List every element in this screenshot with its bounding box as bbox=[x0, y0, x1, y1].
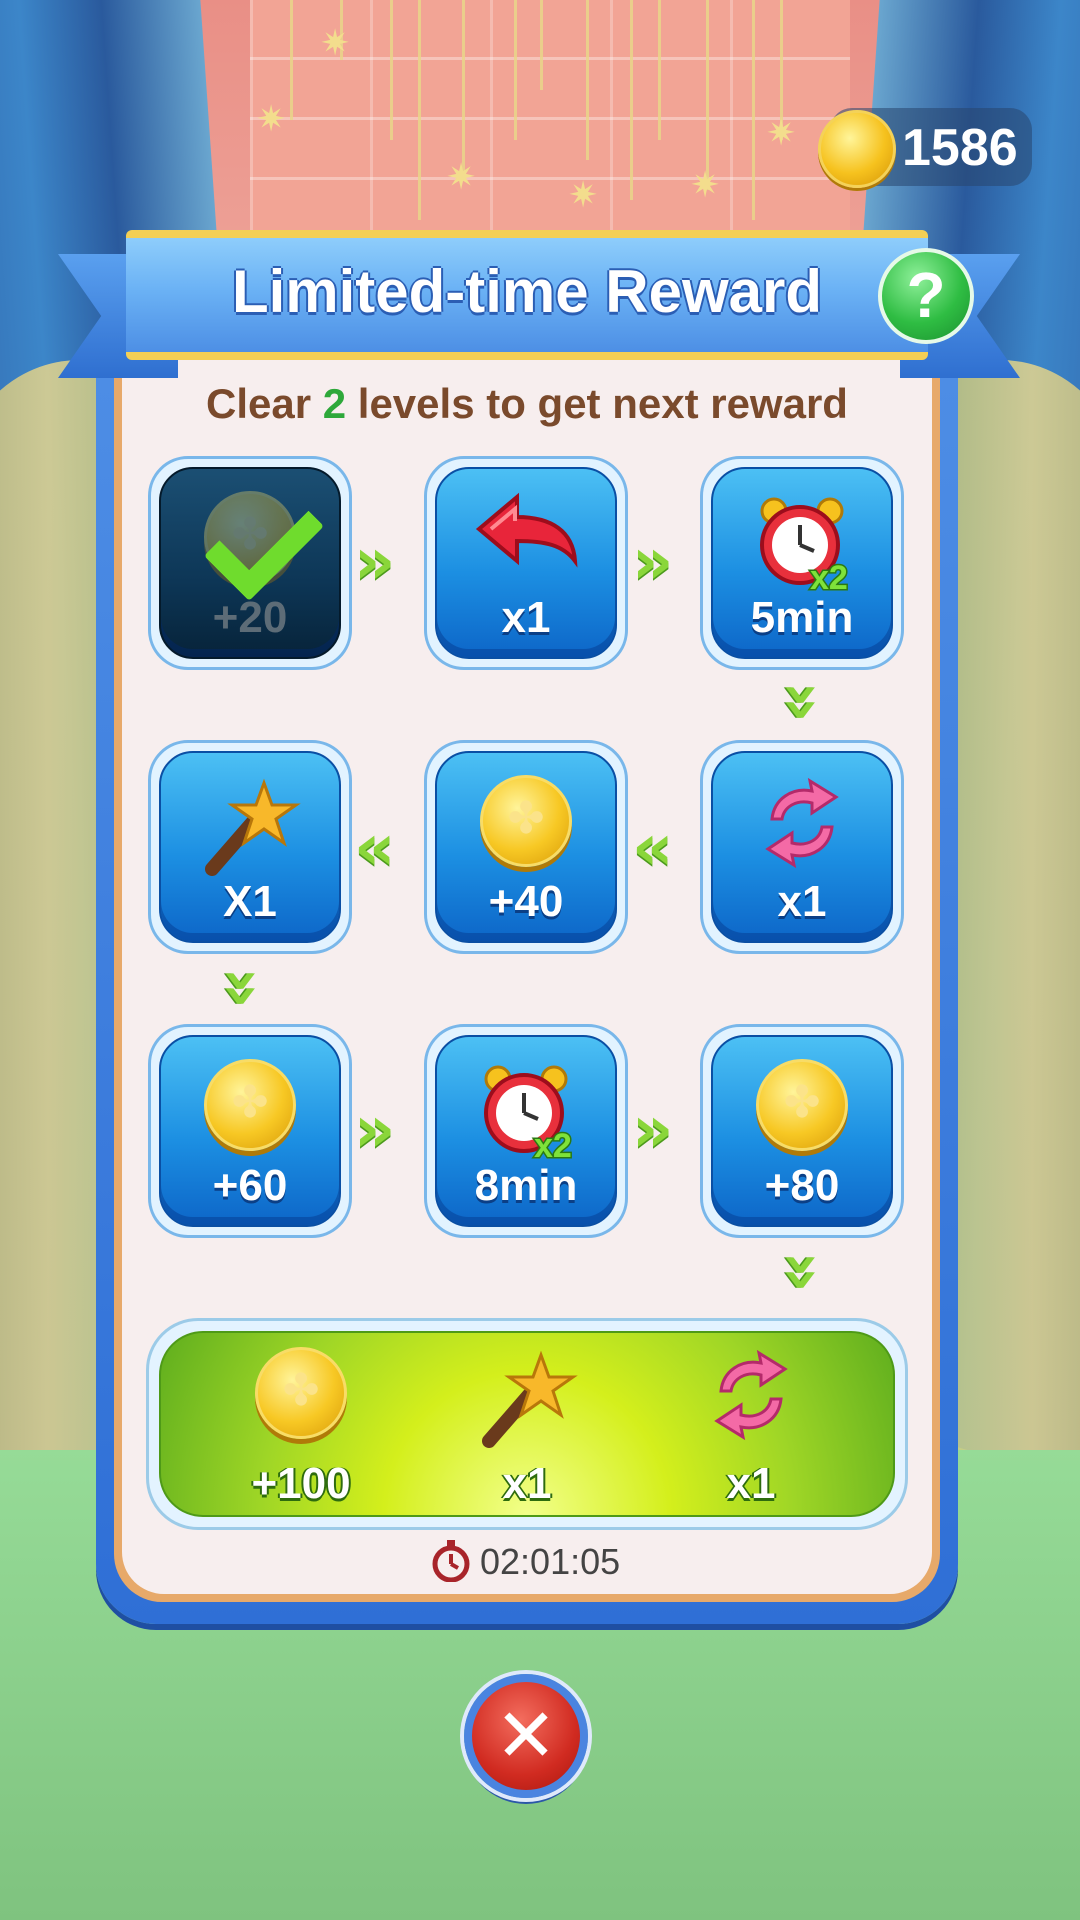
coin-balance: 1586 bbox=[902, 119, 1018, 177]
hanging-string bbox=[752, 0, 755, 220]
double-time-clock-icon: x2 bbox=[752, 491, 852, 599]
reward-tile-locked: X1 bbox=[159, 751, 341, 943]
grand-prize-label: x1 bbox=[502, 1459, 552, 1508]
coin-icon bbox=[818, 110, 896, 188]
reward-tile-3[interactable]: x2 5min bbox=[700, 456, 904, 670]
countdown-timer: 02:01:05 bbox=[480, 1541, 621, 1582]
refresh-icon bbox=[754, 775, 850, 875]
grand-prize-item: x1 bbox=[651, 1333, 851, 1515]
instruction-prefix: Clear bbox=[206, 380, 312, 427]
grand-prize-label: +100 bbox=[251, 1459, 351, 1508]
path-arrow-down-icon: » bbox=[205, 967, 280, 1009]
reward-label: +60 bbox=[212, 1161, 288, 1210]
hanging-string bbox=[514, 0, 517, 140]
hanging-string bbox=[462, 0, 465, 180]
reward-tile-8[interactable]: x2 8min bbox=[424, 1024, 628, 1238]
grand-prize-label: x1 bbox=[726, 1459, 776, 1508]
reward-label: +40 bbox=[488, 877, 564, 926]
star-decoration: ✷ bbox=[446, 157, 477, 198]
reward-tile-locked: x1 bbox=[711, 751, 893, 943]
close-icon: ✕ bbox=[494, 1693, 557, 1779]
reward-tile-locked: x2 8min bbox=[435, 1035, 617, 1227]
reward-label: 5min bbox=[750, 593, 854, 642]
grand-prize-box[interactable]: ✤ +100 x1 x1 bbox=[146, 1318, 908, 1530]
reward-label: +20 bbox=[212, 593, 288, 642]
svg-text:x2: x2 bbox=[534, 1127, 572, 1159]
path-arrow-right-icon: » bbox=[354, 525, 396, 599]
path-arrow-left-icon: « bbox=[632, 811, 674, 885]
hanging-string bbox=[290, 0, 293, 120]
reward-tile-locked: ✤ +80 bbox=[711, 1035, 893, 1227]
coin-icon: ✤ bbox=[756, 1059, 848, 1151]
stopwatch-icon bbox=[432, 1540, 470, 1582]
refresh-icon bbox=[703, 1347, 799, 1447]
hanging-string bbox=[706, 0, 709, 190]
star-decoration: ✷ bbox=[766, 113, 797, 154]
panel-title: Limited-time Reward bbox=[231, 258, 823, 325]
reward-tile-claimed: ✤ +20 bbox=[159, 467, 341, 659]
star-decoration: ✷ bbox=[320, 23, 351, 64]
hanging-string bbox=[418, 0, 421, 220]
coin-icon: ✤ bbox=[255, 1347, 347, 1439]
help-button[interactable]: ? bbox=[878, 248, 974, 344]
reward-label: X1 bbox=[223, 877, 277, 926]
reward-tile-locked: ✤ +60 bbox=[159, 1035, 341, 1227]
path-arrow-right-icon: » bbox=[354, 1093, 396, 1167]
reward-tile-2[interactable]: x1 bbox=[424, 456, 628, 670]
double-time-clock-icon: x2 bbox=[476, 1059, 576, 1167]
path-arrow-right-icon: » bbox=[632, 525, 674, 599]
hanging-string bbox=[540, 0, 543, 90]
magic-wand-icon bbox=[198, 775, 302, 883]
progress-instruction: Clear 2 levels to get next reward bbox=[122, 380, 932, 428]
reward-label: 8min bbox=[474, 1161, 578, 1210]
reward-tile-6[interactable]: X1 bbox=[148, 740, 352, 954]
coin-icon: ✤ bbox=[480, 775, 572, 867]
reward-tile-locked: x2 5min bbox=[711, 467, 893, 659]
levels-remaining: 2 bbox=[322, 380, 347, 427]
hanging-string bbox=[390, 0, 393, 140]
undo-icon bbox=[471, 491, 581, 585]
path-arrow-down-icon: » bbox=[765, 681, 840, 723]
reward-tile-7[interactable]: ✤ +60 bbox=[148, 1024, 352, 1238]
reward-tile-locked: x1 bbox=[435, 467, 617, 659]
grand-prize-background: ✤ +100 x1 x1 bbox=[159, 1331, 895, 1517]
reward-label: +80 bbox=[764, 1161, 840, 1210]
path-arrow-left-icon: « bbox=[354, 811, 396, 885]
svg-text:x2: x2 bbox=[810, 559, 848, 591]
reward-tile-4[interactable]: x1 bbox=[700, 740, 904, 954]
coin-icon: ✤ bbox=[204, 1059, 296, 1151]
hanging-string bbox=[586, 0, 589, 160]
star-decoration: ✷ bbox=[568, 175, 599, 216]
reward-tile-1[interactable]: ✤ +20 bbox=[148, 456, 352, 670]
hanging-string bbox=[630, 0, 633, 200]
magic-wand-icon bbox=[475, 1347, 579, 1455]
path-arrow-down-icon: » bbox=[765, 1251, 840, 1293]
grand-prize-item: x1 bbox=[427, 1333, 627, 1515]
reward-label: x1 bbox=[501, 593, 551, 642]
close-button[interactable]: ✕ bbox=[464, 1674, 588, 1798]
reward-tile-9[interactable]: ✤ +80 bbox=[700, 1024, 904, 1238]
hanging-string bbox=[658, 0, 661, 140]
reward-label: x1 bbox=[777, 877, 827, 926]
grand-prize-item: ✤ +100 bbox=[201, 1333, 401, 1515]
star-decoration: ✷ bbox=[690, 165, 721, 206]
reward-tile-5[interactable]: ✤ +40 bbox=[424, 740, 628, 954]
path-arrow-right-icon: » bbox=[632, 1093, 674, 1167]
instruction-suffix: levels to get next reward bbox=[357, 380, 848, 427]
star-decoration: ✷ bbox=[256, 99, 287, 140]
reward-tile-locked: ✤ +40 bbox=[435, 751, 617, 943]
